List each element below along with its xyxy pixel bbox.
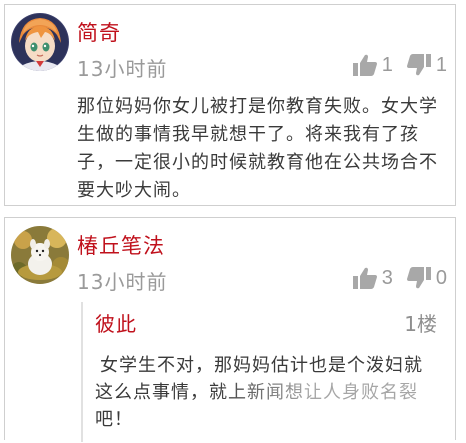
- comment-card: 椿丘笔法 13小时前 3 0 彼此 1楼 女学生不对，那妈妈估计也是个泼妇就这么…: [4, 217, 456, 442]
- thumbs-down-icon[interactable]: [406, 54, 431, 76]
- dislike-count: 0: [435, 266, 447, 289]
- comment-time: 13小时前: [77, 57, 168, 81]
- avatar[interactable]: [11, 13, 69, 71]
- comment-text: 那位妈妈你女儿被打是你教育失败。女大学生做的事情我早就想干了。将来我有了孩子，一…: [77, 96, 438, 201]
- reply-username[interactable]: 彼此: [95, 308, 137, 337]
- like-count: 3: [381, 266, 393, 289]
- comment-username[interactable]: 简奇: [77, 17, 121, 47]
- reply-text: 女学生不对，那妈妈估计也是个泼妇就这么点事情，就上新闻想让人身败名裂吧！: [95, 355, 423, 430]
- thumbs-up-icon[interactable]: [352, 267, 377, 289]
- comment-username[interactable]: 椿丘笔法: [77, 230, 165, 260]
- quoted-reply: 彼此 1楼 女学生不对，那妈妈估计也是个泼妇就这么点事情，就上新闻想让人身败名裂…: [81, 302, 445, 442]
- thumbs-down-icon[interactable]: [406, 267, 431, 289]
- reply-floor: 1楼: [404, 312, 437, 336]
- thumbs-up-icon[interactable]: [352, 54, 377, 76]
- avatar[interactable]: [11, 226, 69, 284]
- dislike-count: 1: [435, 53, 447, 76]
- comment-card: 简奇 13小时前 1 1 那位妈妈你女儿被打是你教育失败。女大学生做的事情我早就…: [4, 4, 456, 206]
- like-count: 1: [381, 53, 393, 76]
- vote-bar: 1 1: [352, 52, 447, 78]
- comment-time: 13小时前: [77, 270, 168, 294]
- vote-bar: 3 0: [352, 265, 447, 291]
